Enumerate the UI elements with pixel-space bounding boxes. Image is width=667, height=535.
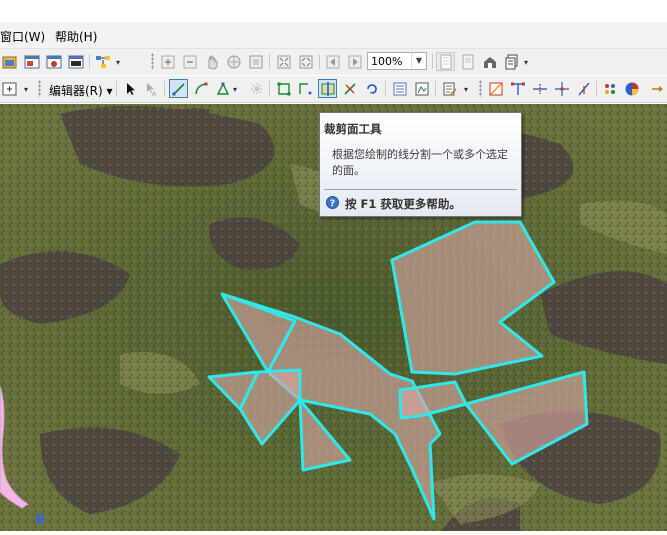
toolbar-separator	[116, 81, 117, 96]
construction-tools-icon[interactable]	[213, 79, 232, 98]
tooltip-description: 根据您绘制的线分割一个或多个选定的面。	[332, 148, 508, 177]
toolbar-options-chevron-icon[interactable]: ▾	[116, 57, 123, 69]
toolbar-grip[interactable]	[38, 80, 41, 97]
reshape-feature-icon[interactable]	[296, 79, 315, 98]
color-ball-icon[interactable]	[622, 79, 641, 98]
attributes-icon[interactable]	[390, 79, 409, 98]
svg-text:A: A	[152, 91, 157, 97]
editor-toolbar: ▾ 编辑器(R) ▾ A ▾ ▾	[0, 76, 667, 103]
toolbar-separator	[432, 54, 433, 69]
menu-bar: 窗口(W) 帮助(H)	[0, 22, 667, 49]
python-window-icon[interactable]	[66, 52, 85, 71]
focus-data-frame-icon[interactable]	[458, 52, 477, 71]
zoom-out-fixed-icon[interactable]	[180, 52, 199, 71]
straight-segment-icon[interactable]	[169, 79, 188, 98]
go-to-xy-icon[interactable]	[648, 79, 667, 98]
page-layout-extent-icon[interactable]	[246, 52, 265, 71]
zoom-level-value: 100%	[371, 55, 403, 68]
zoom-in-fixed-icon[interactable]	[158, 52, 177, 71]
end-point-arc-segment-icon[interactable]	[191, 79, 210, 98]
toolbar-separator	[385, 81, 386, 96]
zoom-level-select[interactable]: 100% ▼	[367, 52, 427, 70]
split-tool-icon[interactable]	[340, 79, 359, 98]
svg-text:?: ?	[330, 199, 335, 209]
toc-window-icon[interactable]	[22, 52, 41, 71]
validate-topology-icon[interactable]	[600, 79, 619, 98]
catalog-icon[interactable]	[0, 52, 19, 71]
zoom-to-100-icon[interactable]	[296, 52, 315, 71]
fix-topology-error-icon[interactable]	[508, 79, 527, 98]
planarize-lines-icon[interactable]	[552, 79, 571, 98]
toolbar-grip[interactable]	[479, 80, 482, 97]
edit-vertices-icon[interactable]	[274, 79, 293, 98]
toolbar-separator	[319, 54, 320, 69]
tooltip-help-text: 按 F1 获取更多帮助。	[345, 197, 461, 211]
editor-menu[interactable]: 编辑器(R) ▾	[49, 82, 113, 99]
zoom-whole-page-icon[interactable]	[274, 52, 293, 71]
toolbar-separator	[164, 81, 165, 96]
tooltip-help-row: ? 按 F1 获取更多帮助。	[326, 196, 461, 212]
tooltip-divider	[324, 189, 517, 190]
topology-edit-tool-icon[interactable]	[486, 79, 505, 98]
toolbar-separator	[89, 54, 90, 69]
sketch-properties-icon[interactable]	[412, 79, 431, 98]
construction-tools-dropdown-chevron-icon[interactable]: ▾	[233, 84, 240, 96]
change-layout-icon[interactable]	[480, 52, 499, 71]
toolbar-separator	[596, 81, 597, 96]
toggle-draft-mode-icon[interactable]	[436, 52, 455, 71]
toolbar-separator	[435, 81, 436, 96]
model-builder-icon[interactable]	[93, 52, 112, 71]
help-icon: ?	[326, 196, 339, 209]
tooltip-title: 裁剪面工具	[324, 122, 382, 136]
zoom-to-selected-icon[interactable]	[0, 79, 19, 98]
trace-tool-icon[interactable]	[247, 79, 266, 98]
edit-tool-arrow-icon[interactable]	[120, 79, 139, 98]
menu-window[interactable]: 窗口(W)	[0, 28, 45, 45]
editor-menu-label: 编辑器(R)	[49, 84, 103, 98]
generalize-icon[interactable]	[574, 79, 593, 98]
toolbar-options-chevron-icon[interactable]: ▾	[24, 84, 31, 96]
toolbar-separator	[269, 81, 270, 96]
toolbar-options-chevron-icon[interactable]: ▾	[524, 57, 531, 69]
line-intersection-icon[interactable]	[530, 79, 549, 98]
full-extent-icon[interactable]	[224, 52, 243, 71]
data-driven-pages-icon[interactable]	[502, 52, 521, 71]
create-features-icon[interactable]	[440, 79, 459, 98]
chevron-down-icon[interactable]: ▼	[411, 53, 426, 69]
cut-polygons-tool-icon[interactable]	[318, 79, 337, 98]
cut-polygons-tooltip: 裁剪面工具 根据您绘制的线分割一个或多个选定的面。 ? 按 F1 获取更多帮助。	[319, 112, 522, 217]
next-extent-icon[interactable]	[345, 52, 364, 71]
toolbar-grip[interactable]	[151, 53, 154, 70]
standard-toolbar: ▾ 100% ▼ ▾	[0, 49, 667, 75]
annotation-edit-tool-icon[interactable]: A	[141, 79, 160, 98]
arctoolbox-icon[interactable]	[44, 52, 63, 71]
rotate-tool-icon[interactable]	[362, 79, 381, 98]
previous-extent-icon[interactable]	[323, 52, 342, 71]
menu-help[interactable]: 帮助(H)	[55, 28, 97, 45]
toolbar-options-chevron-icon[interactable]: ▾	[464, 84, 471, 96]
toolbar-separator	[269, 54, 270, 69]
pan-hand-icon[interactable]	[202, 52, 221, 71]
